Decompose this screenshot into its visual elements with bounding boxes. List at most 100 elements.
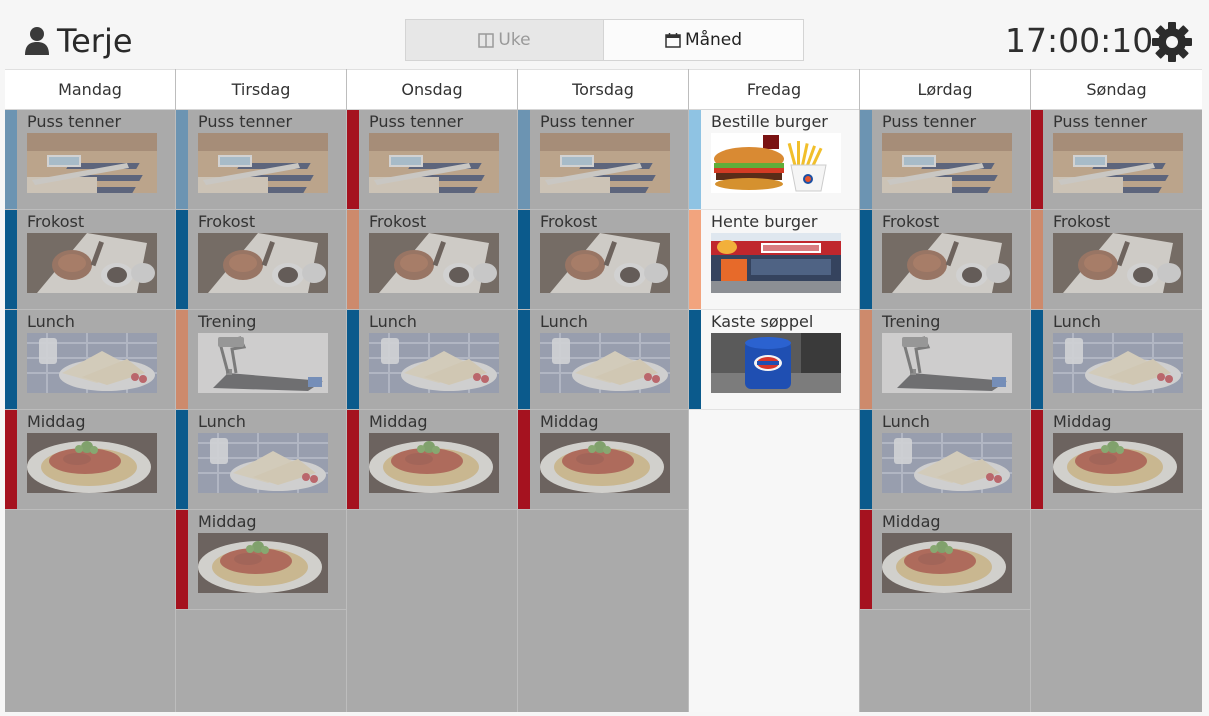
activity-color-bar xyxy=(5,210,17,309)
activity-image-toothbrush xyxy=(882,133,1012,193)
activity-image-toothbrush xyxy=(27,133,157,193)
day-header[interactable]: Mandag xyxy=(5,69,175,110)
activity-card[interactable]: Frokost xyxy=(5,210,175,310)
activity-color-bar xyxy=(347,110,359,209)
activity-label: Frokost xyxy=(540,212,598,231)
activity-color-bar xyxy=(518,410,530,509)
activity-image-sandwich xyxy=(540,333,670,393)
activity-image-spaghetti xyxy=(882,533,1012,593)
activity-color-bar xyxy=(5,310,17,409)
activity-image-toothbrush xyxy=(540,133,670,193)
activity-color-bar xyxy=(689,110,701,209)
activity-label: Lunch xyxy=(882,412,930,431)
activity-image-spaghetti xyxy=(369,433,499,493)
activity-label: Middag xyxy=(1053,412,1112,431)
activity-card[interactable]: Bestille burger xyxy=(689,110,859,210)
activity-label: Frokost xyxy=(882,212,940,231)
activity-label: Frokost xyxy=(369,212,427,231)
activity-label: Frokost xyxy=(198,212,256,231)
month-view-button[interactable]: Måned xyxy=(603,19,804,61)
activity-color-bar xyxy=(1031,410,1043,509)
day-column-0: Mandag Puss tenner Frokost Lunch Middag xyxy=(5,69,176,712)
activity-card[interactable]: Frokost xyxy=(1031,210,1202,310)
activity-image-breakfast xyxy=(198,233,328,293)
activity-card[interactable]: Frokost xyxy=(176,210,346,310)
activity-image-trashcan xyxy=(711,333,841,393)
activity-card[interactable]: Middag xyxy=(860,510,1030,610)
top-bar: Terje Uke Måned 17:00:10 xyxy=(0,0,1209,70)
activity-image-spaghetti xyxy=(540,433,670,493)
activity-card[interactable]: Lunch xyxy=(347,310,517,410)
activity-image-spaghetti xyxy=(27,433,157,493)
activity-color-bar xyxy=(1031,310,1043,409)
activity-color-bar xyxy=(5,110,17,209)
activity-image-toothbrush xyxy=(1053,133,1183,193)
activity-card[interactable]: Middag xyxy=(347,410,517,510)
calendar-icon xyxy=(665,33,681,48)
user-profile[interactable]: Terje xyxy=(24,22,133,60)
activity-card[interactable]: Puss tenner xyxy=(518,110,688,210)
activity-label: Middag xyxy=(882,512,941,531)
activity-color-bar xyxy=(347,410,359,509)
day-header[interactable]: Tirsdag xyxy=(176,69,346,110)
week-grid: Mandag Puss tenner Frokost Lunch Middag T… xyxy=(5,69,1205,712)
activity-card[interactable]: Middag xyxy=(5,410,175,510)
activity-image-sandwich xyxy=(27,333,157,393)
day-column-1: Tirsdag Puss tenner Frokost Trening Lunch… xyxy=(176,69,347,712)
activity-label: Lunch xyxy=(27,312,75,331)
activity-card[interactable]: Trening xyxy=(176,310,346,410)
activity-label: Middag xyxy=(198,512,257,531)
activity-image-treadmill xyxy=(882,333,1012,393)
day-header[interactable]: Torsdag xyxy=(518,69,688,110)
activity-label: Puss tenner xyxy=(540,112,635,131)
user-name: Terje xyxy=(57,22,133,60)
settings-gear-icon[interactable] xyxy=(1151,21,1193,63)
activity-image-breakfast xyxy=(369,233,499,293)
activity-image-breakfast xyxy=(540,233,670,293)
activity-card[interactable]: Lunch xyxy=(5,310,175,410)
activity-card[interactable]: Puss tenner xyxy=(1031,110,1202,210)
activity-color-bar xyxy=(1031,210,1043,309)
activity-card[interactable]: Middag xyxy=(176,510,346,610)
activity-card[interactable]: Puss tenner xyxy=(860,110,1030,210)
activity-card[interactable]: Puss tenner xyxy=(176,110,346,210)
activity-image-spaghetti xyxy=(198,533,328,593)
activity-card[interactable]: Middag xyxy=(1031,410,1202,510)
activity-color-bar xyxy=(860,310,872,409)
day-header[interactable]: Fredag xyxy=(689,69,859,110)
activity-label: Middag xyxy=(369,412,428,431)
day-header[interactable]: Søndag xyxy=(1031,69,1202,110)
activity-card[interactable]: Trening xyxy=(860,310,1030,410)
activity-color-bar xyxy=(5,410,17,509)
user-icon xyxy=(25,27,49,55)
activity-card[interactable]: Puss tenner xyxy=(347,110,517,210)
activity-card[interactable]: Hente burger xyxy=(689,210,859,310)
activity-card[interactable]: Lunch xyxy=(1031,310,1202,410)
activity-image-sandwich xyxy=(369,333,499,393)
activity-card[interactable]: Puss tenner xyxy=(5,110,175,210)
activity-image-breakfast xyxy=(882,233,1012,293)
columns-icon xyxy=(478,32,495,48)
activity-image-toothbrush xyxy=(369,133,499,193)
day-column-2: Onsdag Puss tenner Frokost Lunch Middag xyxy=(347,69,518,712)
activity-card[interactable]: Kaste søppel xyxy=(689,310,859,410)
activity-label: Trening xyxy=(882,312,941,331)
activity-card[interactable]: Lunch xyxy=(176,410,346,510)
activity-image-toothbrush xyxy=(198,133,328,193)
activity-card[interactable]: Middag xyxy=(518,410,688,510)
activity-label: Lunch xyxy=(198,412,246,431)
activity-label: Puss tenner xyxy=(27,112,122,131)
activity-card[interactable]: Frokost xyxy=(860,210,1030,310)
activity-image-sandwich xyxy=(882,433,1012,493)
activity-color-bar xyxy=(176,310,188,409)
activity-color-bar xyxy=(347,210,359,309)
day-header[interactable]: Onsdag xyxy=(347,69,517,110)
activity-card[interactable]: Lunch xyxy=(860,410,1030,510)
activity-card[interactable]: Frokost xyxy=(518,210,688,310)
activity-color-bar xyxy=(860,410,872,509)
activity-card[interactable]: Frokost xyxy=(347,210,517,310)
week-view-button[interactable]: Uke xyxy=(405,19,603,61)
day-header[interactable]: Lørdag xyxy=(860,69,1030,110)
activity-card[interactable]: Lunch xyxy=(518,310,688,410)
activity-image-treadmill xyxy=(198,333,328,393)
